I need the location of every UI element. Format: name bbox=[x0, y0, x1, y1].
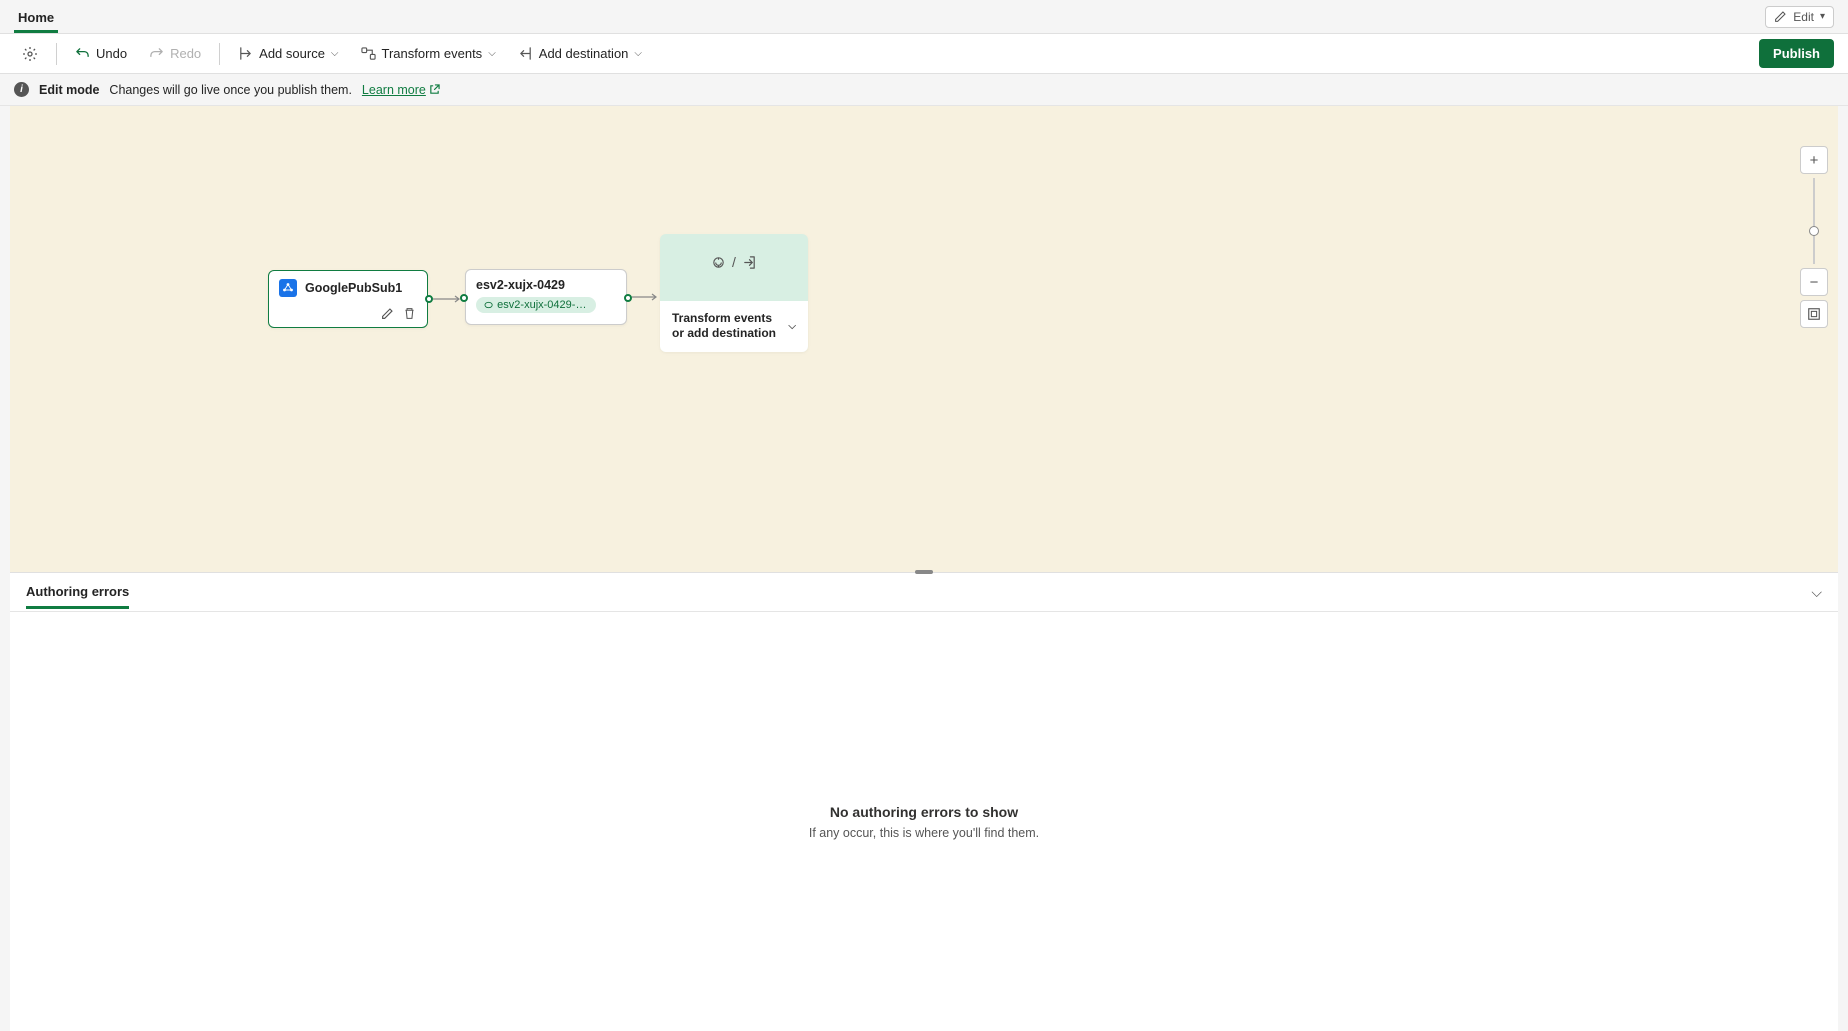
output-port[interactable] bbox=[624, 294, 632, 302]
zoom-controls: + − bbox=[1800, 146, 1828, 328]
chevron-down-icon: ⌵ bbox=[488, 48, 496, 59]
zoom-in-button[interactable]: + bbox=[1800, 146, 1828, 174]
add-source-label: Add source bbox=[259, 46, 325, 61]
transform-events-label: Transform events bbox=[382, 46, 483, 61]
add-source-button[interactable]: Add source ⌵ bbox=[230, 41, 346, 66]
divider bbox=[219, 43, 220, 65]
add-destination-label: Add destination bbox=[539, 46, 629, 61]
node-add-next-label: Transform events or add destination bbox=[672, 311, 780, 342]
undo-icon bbox=[75, 46, 90, 61]
zoom-slider[interactable] bbox=[1813, 178, 1815, 264]
redo-button: Redo bbox=[141, 41, 209, 66]
empty-state-title: No authoring errors to show bbox=[830, 804, 1018, 820]
transform-events-button[interactable]: Transform events ⌵ bbox=[353, 41, 504, 66]
publish-button[interactable]: Publish bbox=[1759, 39, 1834, 68]
gear-icon bbox=[22, 46, 38, 62]
edit-mode-message: Changes will go live once you publish th… bbox=[109, 83, 352, 97]
chevron-down-icon: ⌵ bbox=[331, 48, 339, 59]
chevron-down-icon: ▾ bbox=[1820, 11, 1825, 22]
transform-icon bbox=[711, 255, 726, 270]
node-source[interactable]: GooglePubSub1 bbox=[268, 270, 428, 328]
chevron-down-icon: ⌵ bbox=[634, 48, 642, 59]
trash-icon bbox=[403, 307, 416, 320]
top-tab-bar: Home Edit ▾ bbox=[0, 0, 1848, 34]
zoom-out-button[interactable]: − bbox=[1800, 268, 1828, 296]
stream-pill[interactable]: esv2-xujx-0429-str... bbox=[476, 297, 596, 313]
edit-node-button[interactable] bbox=[379, 305, 395, 321]
delete-node-button[interactable] bbox=[401, 305, 417, 321]
add-source-icon bbox=[238, 46, 253, 61]
tab-home[interactable]: Home bbox=[14, 4, 58, 33]
undo-label: Undo bbox=[96, 46, 127, 61]
tab-authoring-errors[interactable]: Authoring errors bbox=[26, 576, 129, 609]
empty-state-subtitle: If any occur, this is where you'll find … bbox=[809, 826, 1039, 840]
zoom-thumb[interactable] bbox=[1809, 226, 1819, 236]
stream-icon bbox=[484, 300, 493, 310]
fit-icon bbox=[1807, 307, 1821, 321]
learn-more-link[interactable]: Learn more bbox=[362, 83, 440, 97]
pencil-icon bbox=[1774, 10, 1787, 23]
divider bbox=[56, 43, 57, 65]
output-port[interactable] bbox=[425, 295, 433, 303]
panel-body: No authoring errors to show If any occur… bbox=[10, 612, 1838, 1031]
node-add-next[interactable]: / Transform events or add destination ⌵ bbox=[660, 234, 808, 352]
pencil-icon bbox=[381, 307, 394, 320]
google-pubsub-icon bbox=[279, 279, 297, 297]
toolbar: Undo Redo Add source ⌵ Transform events … bbox=[0, 34, 1848, 74]
settings-button[interactable] bbox=[14, 41, 46, 67]
redo-icon bbox=[149, 46, 164, 61]
node-stream[interactable]: esv2-xujx-0429 esv2-xujx-0429-str... bbox=[465, 269, 627, 325]
add-destination-icon bbox=[518, 46, 533, 61]
stream-pill-label: esv2-xujx-0429-str... bbox=[497, 299, 588, 311]
destination-icon bbox=[742, 255, 757, 270]
fit-to-screen-button[interactable] bbox=[1800, 300, 1828, 328]
info-icon: i bbox=[14, 82, 29, 97]
transform-icon bbox=[361, 46, 376, 61]
edit-dropdown-label: Edit bbox=[1793, 10, 1814, 24]
edit-dropdown[interactable]: Edit ▾ bbox=[1765, 6, 1834, 28]
undo-button[interactable]: Undo bbox=[67, 41, 135, 66]
input-port[interactable] bbox=[460, 294, 468, 302]
info-bar: i Edit mode Changes will go live once yo… bbox=[0, 74, 1848, 106]
add-destination-button[interactable]: Add destination ⌵ bbox=[510, 41, 650, 66]
external-link-icon bbox=[429, 84, 440, 95]
edit-mode-label: Edit mode bbox=[39, 83, 99, 97]
bottom-panel: Authoring errors ⌵ No authoring errors t… bbox=[10, 572, 1838, 1031]
node-source-title: GooglePubSub1 bbox=[305, 281, 402, 295]
slash-separator: / bbox=[732, 254, 736, 270]
redo-label: Redo bbox=[170, 46, 201, 61]
collapse-panel-button[interactable]: ⌵ bbox=[1811, 584, 1822, 601]
node-stream-title: esv2-xujx-0429 bbox=[476, 278, 616, 292]
chevron-down-icon[interactable]: ⌵ bbox=[788, 321, 796, 332]
